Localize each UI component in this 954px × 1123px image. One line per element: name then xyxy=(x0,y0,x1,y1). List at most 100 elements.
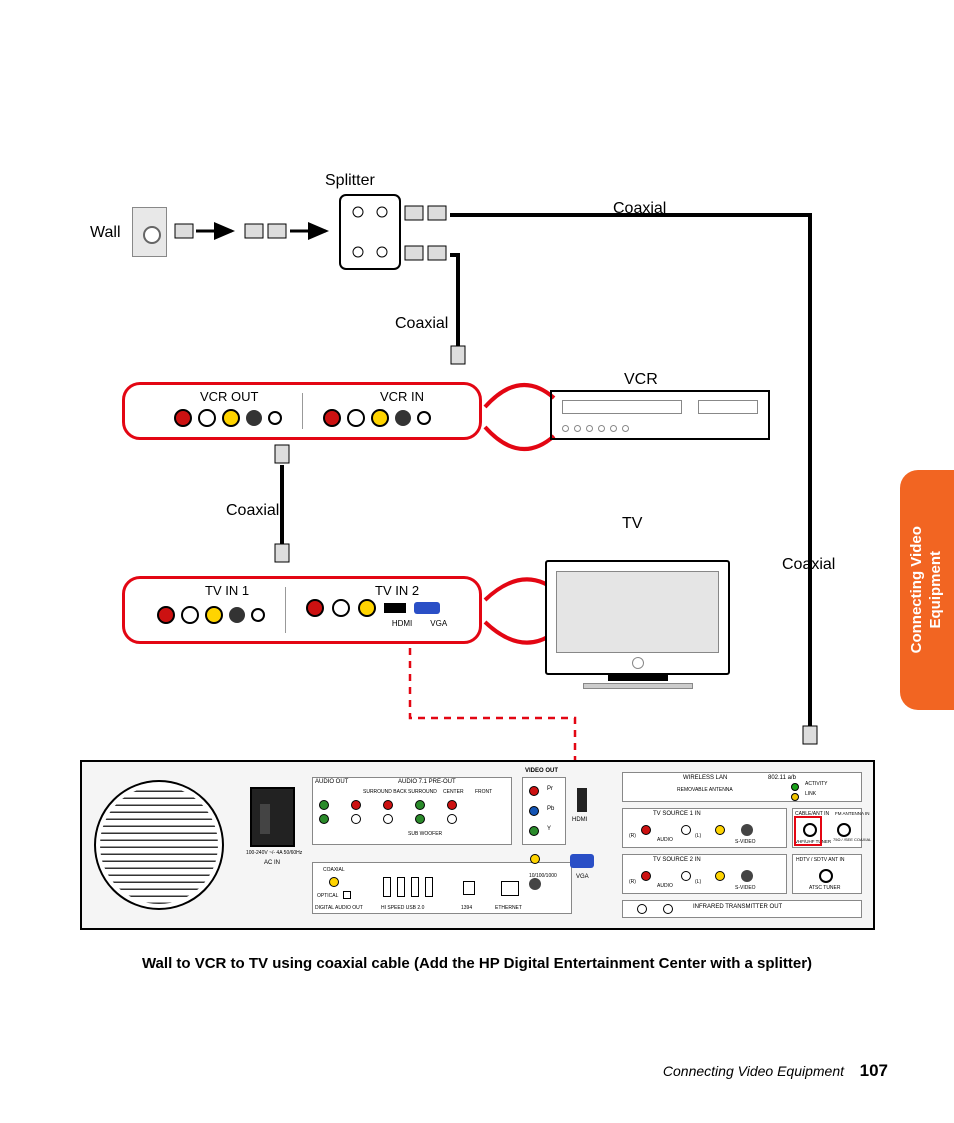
label-coaxial-right: Coaxial xyxy=(782,556,835,574)
ir-label: INFRARED TRANSMITTER OUT xyxy=(693,904,782,910)
coax-label: COAXIAL xyxy=(323,867,345,873)
y-label: Y xyxy=(547,826,551,832)
tv-src2-label: TV SOURCE 2 IN xyxy=(653,857,701,863)
ac-in-label: AC IN xyxy=(264,860,280,866)
rca-white-icon xyxy=(347,409,365,427)
wlan-label: WIRELESS LAN xyxy=(683,775,727,781)
label-coaxial-left: Coaxial xyxy=(226,502,279,520)
rca-red-icon xyxy=(174,409,192,427)
hdmi-label: HDMI xyxy=(572,817,587,823)
rca-yellow-icon xyxy=(358,599,376,617)
center-label: CENTER xyxy=(443,789,464,795)
pb-label: Pb xyxy=(547,806,554,812)
pr-label: Pr xyxy=(547,786,553,792)
video-out-panel: VIDEO OUT Pr Pb Y xyxy=(522,777,566,845)
vcr-in-title: VCR IN xyxy=(380,389,424,404)
vcr-device-icon xyxy=(550,390,770,440)
fan-grille-icon xyxy=(94,780,224,910)
coax-icon xyxy=(268,411,282,425)
svideo-icon xyxy=(395,410,411,426)
sur-label: SURROUND xyxy=(408,789,437,795)
tv-device-icon xyxy=(545,560,730,689)
audio-l22-label: (L) xyxy=(695,879,701,885)
power-inlet-icon xyxy=(250,787,295,847)
divider-icon xyxy=(285,587,286,633)
hdmi-label: HDMI xyxy=(392,619,412,628)
ac-spec-label: 100-240V ~/- 4A 50/60Hz xyxy=(246,850,302,856)
coax-icon xyxy=(417,411,431,425)
atsc-label: ATSC TUNER xyxy=(809,885,840,891)
vga-icon xyxy=(414,602,440,614)
document-page: Wall Splitter Coaxial Coaxial Coaxial Co… xyxy=(0,0,954,1123)
digital-label: DIGITAL AUDIO OUT xyxy=(315,905,363,911)
divider-icon xyxy=(302,393,303,429)
vcr-out-title: VCR OUT xyxy=(200,389,259,404)
vga-label: VGA xyxy=(576,874,589,880)
tv-src2-panel: TV SOURCE 2 IN (R) AUDIO (L) S-VIDEO xyxy=(622,854,787,894)
wallplate-icon xyxy=(132,207,167,257)
rca-white-icon xyxy=(198,409,216,427)
label-coaxial-top: Coaxial xyxy=(613,200,666,218)
page-number: 107 xyxy=(860,1061,888,1081)
svideo-label: S-VIDEO xyxy=(735,839,756,845)
audio-r2-label: (R) xyxy=(629,879,636,885)
tv-src1-panel: TV SOURCE 1 IN (R) AUDIO (L) S-VIDEO xyxy=(622,808,787,848)
link-label: LINK xyxy=(805,791,816,797)
tv-in1-group xyxy=(149,606,273,624)
audio-panel: AUDIO OUT AUDIO 7.1 PRE-OUT SURROUND BAC… xyxy=(312,777,512,845)
tv-in1-title: TV IN 1 xyxy=(205,583,249,598)
label-coaxial-mid: Coaxial xyxy=(395,315,448,333)
fm-split-label: 75Ω / /SEE COAXIAL xyxy=(833,837,871,842)
fm-ant-label: FM ANTENNA IN xyxy=(835,811,870,816)
section-tab: Connecting VideoEquipment xyxy=(900,470,954,710)
vcr-in-group xyxy=(315,409,439,427)
coax-icon xyxy=(251,608,265,622)
label-tv: TV xyxy=(622,515,642,533)
hdmi-icon xyxy=(384,603,406,613)
figure-caption: Wall to VCR to TV using coaxial cable (A… xyxy=(0,955,954,972)
svideo-label2: S-VIDEO xyxy=(735,885,756,891)
highlight-cable-ant-in xyxy=(794,816,822,846)
tv-in2-title: TV IN 2 xyxy=(375,583,419,598)
usb-label: HI SPEED USB 2.0 xyxy=(381,905,424,911)
rca-red-icon xyxy=(157,606,175,624)
audio-label2: AUDIO xyxy=(657,883,673,889)
rem-ant-label: REMOVABLE ANTENNA xyxy=(677,787,733,793)
video-out-label: VIDEO OUT xyxy=(525,768,558,774)
label-splitter: Splitter xyxy=(325,172,375,190)
rca-yellow-icon xyxy=(205,606,223,624)
rca-yellow-icon xyxy=(222,409,240,427)
svideo-icon xyxy=(246,410,262,426)
audio-pre-label: AUDIO 7.1 PRE-OUT xyxy=(398,779,456,785)
label-vcr: VCR xyxy=(624,371,658,389)
sub-label: SUB WOOFER xyxy=(408,831,442,837)
vga-label: VGA xyxy=(430,619,447,628)
hdtv-ant-label: HDTV / SDTV ANT IN xyxy=(796,857,845,863)
fw-label: 1394 xyxy=(461,905,472,911)
front-label: FRONT xyxy=(475,789,492,795)
svideo-icon xyxy=(229,607,245,623)
activity-label: ACTIVITY xyxy=(805,781,828,787)
audio-l2-label: (L) xyxy=(695,833,701,839)
rca-red-icon xyxy=(323,409,341,427)
optical-label: OPTICAL xyxy=(317,893,338,899)
audio-out-label: AUDIO OUT xyxy=(315,779,348,785)
rca-white-icon xyxy=(332,599,350,617)
footer-section: Connecting Video Equipment xyxy=(663,1063,844,1079)
callout-vcr-ports: VCR OUT VCR IN xyxy=(122,382,482,440)
label-wall: Wall xyxy=(90,224,121,242)
tv-src1-label: TV SOURCE 1 IN xyxy=(653,811,701,817)
tv-in2-group: HDMI VGA xyxy=(298,599,455,628)
rca-white-icon xyxy=(181,606,199,624)
ir-panel: INFRARED TRANSMITTER OUT xyxy=(622,900,862,918)
callout-tv-ports: TV IN 1 TV IN 2 HDMI VGA xyxy=(122,576,482,644)
vcr-out-group xyxy=(166,409,290,427)
rca-red-icon xyxy=(306,599,324,617)
wlan-panel: WIRELESS LAN 802.11 a/b REMOVABLE ANTENN… xyxy=(622,772,862,802)
eth-label: ETHERNET xyxy=(495,905,522,911)
rca-yellow-icon xyxy=(371,409,389,427)
audio-label: AUDIO xyxy=(657,837,673,843)
section-tab-text: Connecting VideoEquipment xyxy=(908,526,946,653)
audio-r-label: (R) xyxy=(629,833,636,839)
dec-rear-panel: 100-240V ~/- 4A 50/60Hz AC IN AUDIO OUT … xyxy=(80,760,875,930)
